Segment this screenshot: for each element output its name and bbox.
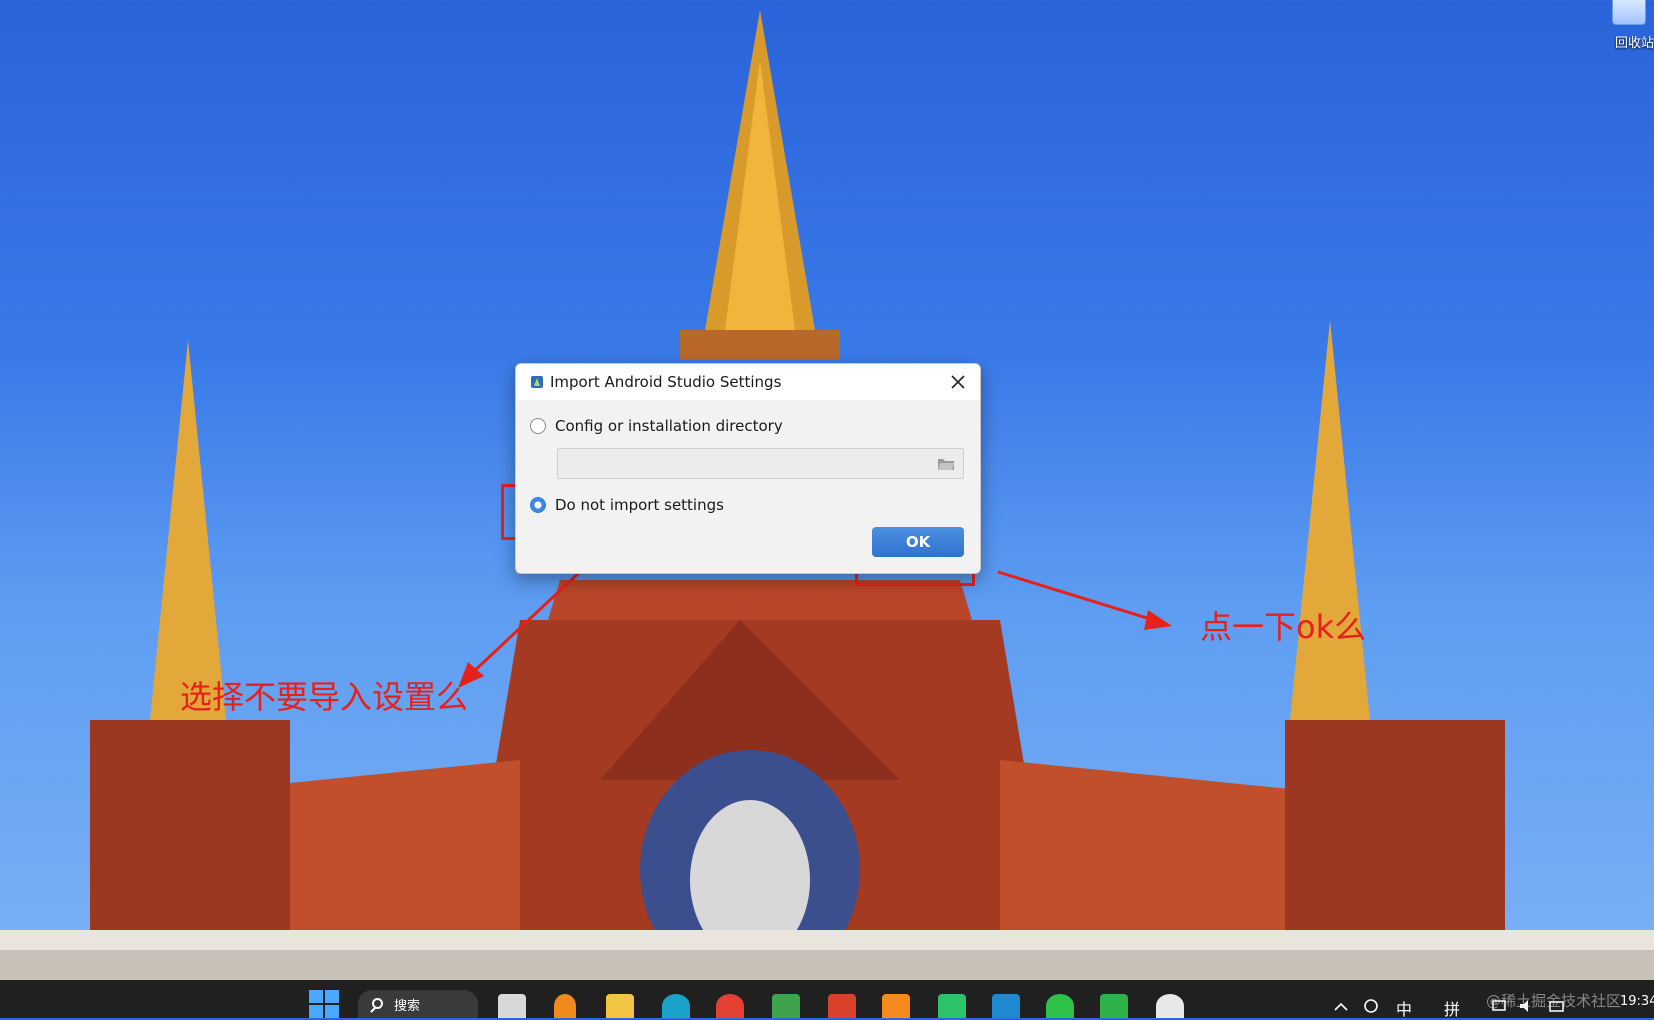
ok-button[interactable]: OK: [872, 527, 964, 557]
folder-icon[interactable]: [606, 994, 634, 1018]
annotation-left-note: 选择不要导入设置么: [180, 678, 469, 716]
import-settings-dialog: Import Android Studio Settings Config or…: [515, 363, 981, 574]
app-red-icon[interactable]: [828, 994, 856, 1018]
watermark: @稀土掘金技术社区: [1486, 992, 1622, 1010]
dialog-titlebar[interactable]: Import Android Studio Settings: [516, 364, 980, 400]
recycle-bin-icon: [1612, 0, 1646, 25]
ime-mode-indicator[interactable]: 中: [1396, 996, 1412, 1020]
sync-icon[interactable]: [1362, 998, 1380, 1014]
vscode-icon[interactable]: [992, 994, 1020, 1018]
chrome-icon[interactable]: [716, 994, 744, 1018]
radio-do-not-import[interactable]: [530, 497, 546, 513]
wechat-icon[interactable]: [1046, 994, 1074, 1018]
option-do-not-import[interactable]: Do not import settings: [530, 496, 724, 514]
chevron-up-icon[interactable]: [1332, 998, 1350, 1014]
office-icon[interactable]: [772, 994, 800, 1018]
taskbar-search[interactable]: 搜索: [358, 990, 478, 1018]
android-studio-icon: [531, 376, 543, 388]
taskbar-search-label: 搜索: [394, 998, 421, 1014]
recycle-bin-label: 回收站: [1614, 36, 1654, 51]
ime-pinyin-indicator[interactable]: 拼: [1444, 996, 1460, 1020]
option-do-not-import-label: Do not import settings: [555, 496, 724, 514]
sublime-icon[interactable]: [882, 994, 910, 1018]
hbuilder-icon[interactable]: [1100, 994, 1128, 1018]
file-explorer-icon[interactable]: [498, 994, 526, 1018]
folder-browse-icon[interactable]: [937, 457, 955, 471]
windows-start-icon[interactable]: [309, 990, 339, 1018]
annotation-right-note: 点一下ok么: [1200, 608, 1367, 646]
dialog-title: Import Android Studio Settings: [550, 373, 782, 391]
tick-app-icon[interactable]: [938, 994, 966, 1018]
edge-icon[interactable]: [662, 994, 690, 1018]
radio-config-directory[interactable]: [530, 418, 546, 434]
option-config-directory-label: Config or installation directory: [555, 417, 783, 435]
close-icon[interactable]: [946, 370, 970, 394]
android-studio-taskbar-icon[interactable]: [1156, 994, 1184, 1018]
recycle-bin[interactable]: 回收站: [1606, 0, 1654, 56]
config-path-field[interactable]: [557, 448, 964, 479]
taskbar-clock[interactable]: 19:34: [1620, 994, 1654, 1009]
search-icon: [372, 998, 383, 1009]
option-config-directory[interactable]: Config or installation directory: [530, 417, 783, 435]
taskbar: 搜索 中 拼 @稀土掘金技术社区 19:34: [0, 980, 1654, 1020]
magnifier-icon[interactable]: [554, 994, 576, 1018]
